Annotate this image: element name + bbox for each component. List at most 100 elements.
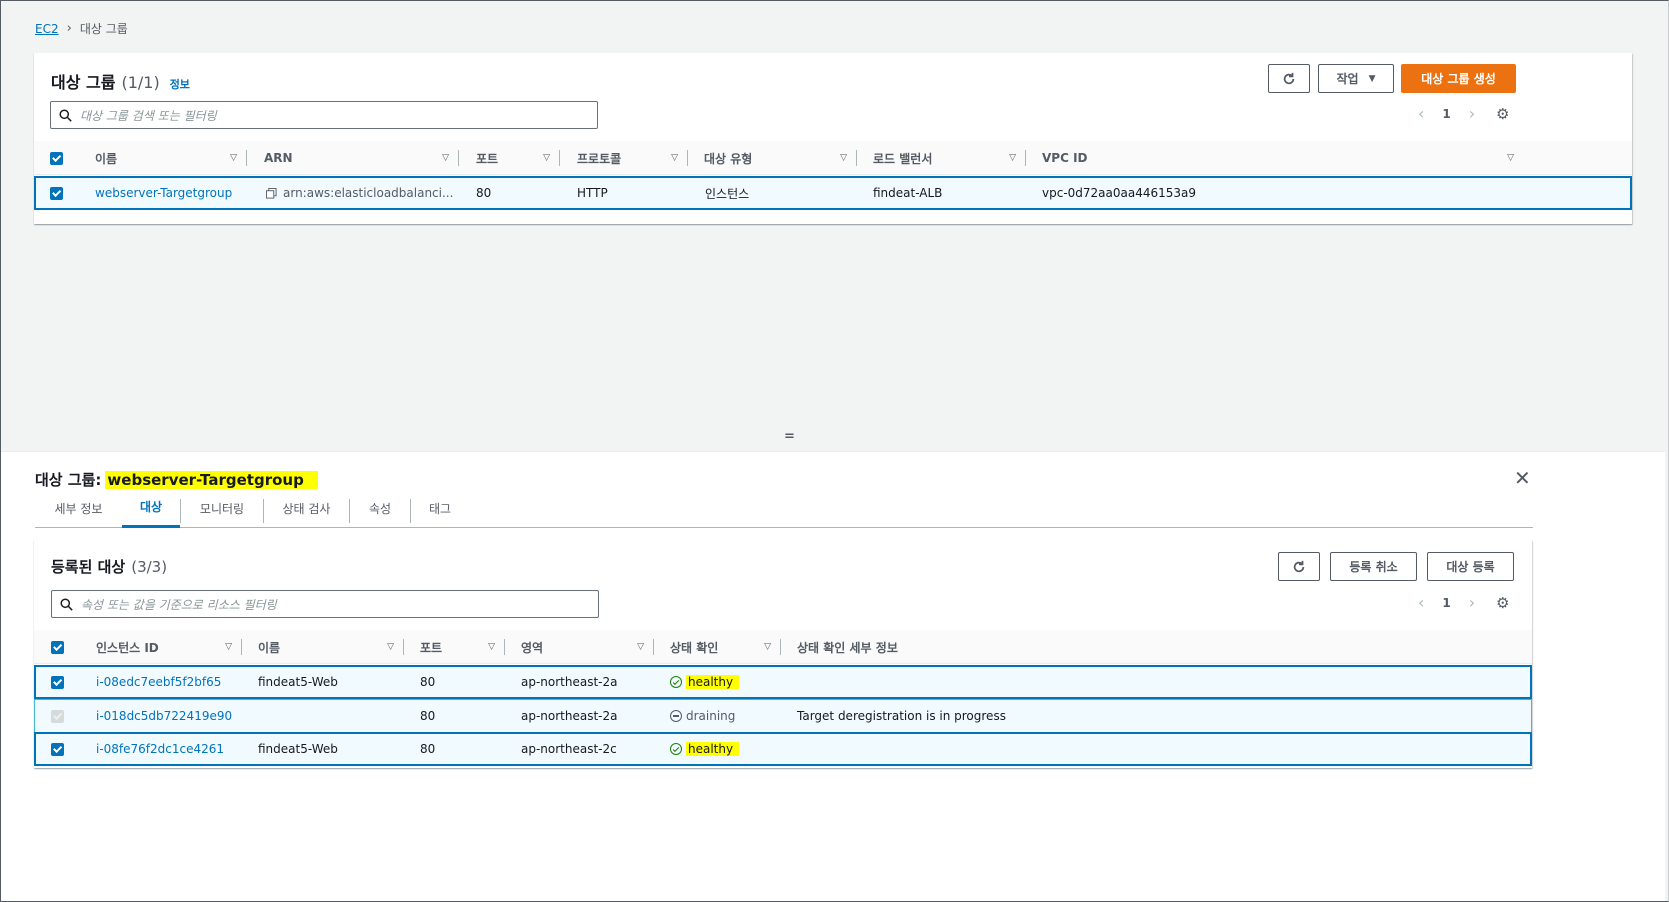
prev-page-icon[interactable]: ‹ bbox=[1418, 593, 1424, 612]
drag-handle-icon[interactable]: = bbox=[784, 429, 795, 444]
table-row[interactable]: i-08edc7eebf5f2bf65 findeat5-Web 80 ap-n… bbox=[34, 665, 1532, 699]
column-header[interactable]: 프로토콜 ▽ bbox=[577, 141, 688, 175]
health-status-cell: draining bbox=[670, 701, 735, 731]
row-checkbox[interactable] bbox=[51, 676, 64, 689]
sort-icon: ▽ bbox=[225, 642, 232, 652]
column-header[interactable]: VPC ID ▽ bbox=[1042, 141, 1524, 175]
instance-name-cell: findeat5-Web bbox=[258, 675, 338, 689]
row-checkbox[interactable] bbox=[51, 743, 64, 756]
column-header[interactable]: 영역 ▽ bbox=[521, 630, 654, 664]
registered-targets-header: 등록된 대상 (3/3) bbox=[51, 556, 167, 577]
port-cell: 80 bbox=[420, 742, 436, 756]
prev-page-icon[interactable]: ‹ bbox=[1418, 104, 1424, 123]
tab-tags[interactable]: 태그 bbox=[411, 488, 469, 528]
target-groups-table-header: 이름 ▽ ARN ▽ 포트 ▽ 프로토콜 ▽ 대상 유형 ▽ 로드 밸런서 ▽ VPC ID… bbox=[34, 141, 1632, 175]
sort-icon: ▽ bbox=[671, 153, 678, 163]
refresh-targets-button[interactable] bbox=[1278, 552, 1320, 581]
row-checkbox bbox=[51, 710, 64, 723]
search-input[interactable]: 속성 또는 값을 기준으로 리소스 필터링 bbox=[81, 596, 277, 613]
copy-icon[interactable] bbox=[266, 187, 277, 199]
check-circle-icon bbox=[670, 676, 682, 688]
page-number[interactable]: 1 bbox=[1442, 596, 1450, 610]
sort-icon: ▽ bbox=[840, 153, 847, 163]
table-row[interactable]: webserver-Targetgroup arn:aws:elasticloa… bbox=[34, 176, 1632, 210]
protocol-cell: HTTP bbox=[577, 186, 608, 200]
refresh-icon bbox=[1283, 72, 1295, 84]
registered-targets-container: 등록된 대상 (3/3) 등록 취소 대상 등록 속성 또는 값을 기준으로 리… bbox=[34, 540, 1532, 768]
health-status: healthy bbox=[686, 675, 740, 689]
sort-icon: ▽ bbox=[442, 153, 449, 163]
targets-table-header: 인스턴스 ID ▽ 이름 ▽ 포트 ▽ 영역 ▽ 상태 확인 ▽ 상태 확인 세부 정보 bbox=[34, 630, 1532, 664]
select-all-checkbox[interactable] bbox=[50, 152, 63, 165]
pagination: ‹ 1 › bbox=[1418, 104, 1475, 123]
create-target-group-button[interactable]: 대상 그룹 생성 bbox=[1401, 64, 1516, 93]
search-icon bbox=[59, 108, 72, 122]
column-header[interactable]: 로드 밸런서 ▽ bbox=[873, 141, 1026, 175]
tab-attributes[interactable]: 속성 bbox=[350, 488, 410, 528]
sort-icon: ▽ bbox=[1009, 153, 1016, 163]
tab-health-checks[interactable]: 상태 검사 bbox=[264, 488, 349, 528]
instance-id-link[interactable]: i-018dc5db722419e90 bbox=[96, 701, 232, 731]
breadcrumb-ec2-link[interactable]: EC2 bbox=[35, 22, 59, 36]
deregister-button[interactable]: 등록 취소 bbox=[1330, 552, 1417, 581]
column-header[interactable]: ARN ▽ bbox=[264, 141, 459, 175]
page-number[interactable]: 1 bbox=[1442, 107, 1450, 121]
split-panel-title-name: webserver-Targetgroup bbox=[105, 470, 318, 489]
actions-dropdown[interactable]: 작업 ▼ bbox=[1318, 64, 1394, 93]
check-circle-icon bbox=[670, 743, 682, 755]
target-group-search[interactable]: 대상 그룹 검색 또는 필터링 bbox=[50, 101, 598, 129]
next-page-icon[interactable]: › bbox=[1469, 593, 1475, 612]
health-status: draining bbox=[686, 709, 736, 723]
column-header[interactable]: 인스턴스 ID ▽ bbox=[96, 630, 242, 664]
zone-cell: ap-northeast-2a bbox=[521, 709, 618, 723]
close-icon[interactable]: ✕ bbox=[1514, 466, 1531, 490]
split-panel-title-prefix: 대상 그룹: bbox=[35, 471, 102, 489]
table-row[interactable]: i-018dc5db722419e90 80 ap-northeast-2a d… bbox=[34, 699, 1532, 733]
targets-search[interactable]: 속성 또는 값을 기준으로 리소스 필터링 bbox=[51, 590, 599, 618]
select-all-checkbox[interactable] bbox=[51, 641, 64, 654]
split-panel-title: 대상 그룹: webserver-Targetgroup bbox=[35, 469, 318, 490]
minus-circle-icon bbox=[670, 710, 682, 722]
arn-cell: arn:aws:elasticloadbalanci... bbox=[266, 178, 453, 208]
info-link[interactable]: 정보 bbox=[170, 76, 190, 92]
tab-targets[interactable]: 대상 bbox=[122, 488, 180, 528]
sort-icon: ▽ bbox=[230, 153, 237, 163]
column-header[interactable]: 이름 ▽ bbox=[258, 630, 404, 664]
refresh-button[interactable] bbox=[1268, 64, 1310, 93]
target-group-name-link[interactable]: webserver-Targetgroup bbox=[95, 178, 232, 208]
instance-id-link[interactable]: i-08edc7eebf5f2bf65 bbox=[96, 667, 221, 697]
instance-id-link[interactable]: i-08fe76f2dc1ce4261 bbox=[96, 734, 224, 764]
search-icon bbox=[60, 597, 73, 611]
sort-icon: ▽ bbox=[387, 642, 394, 652]
column-header[interactable]: 상태 확인 세부 정보 bbox=[797, 630, 1097, 664]
column-header[interactable]: 포트 ▽ bbox=[420, 630, 505, 664]
register-targets-button[interactable]: 대상 등록 bbox=[1427, 552, 1514, 581]
pagination: ‹ 1 › bbox=[1418, 593, 1475, 612]
load-balancer-cell: findeat-ALB bbox=[873, 186, 943, 200]
tab-monitoring[interactable]: 모니터링 bbox=[181, 488, 263, 528]
column-header[interactable]: 대상 유형 ▽ bbox=[704, 141, 857, 175]
caret-down-icon: ▼ bbox=[1368, 73, 1376, 84]
zone-cell: ap-northeast-2a bbox=[521, 675, 618, 689]
actions-label: 작업 bbox=[1336, 72, 1359, 86]
refresh-icon bbox=[1293, 560, 1305, 572]
tab-details[interactable]: 세부 정보 bbox=[35, 488, 122, 528]
row-checkbox[interactable] bbox=[50, 187, 63, 200]
column-header[interactable]: 상태 확인 ▽ bbox=[670, 630, 781, 664]
registered-targets-count: (3/3) bbox=[131, 558, 168, 576]
target-groups-count: (1/1) bbox=[121, 73, 160, 92]
health-status: healthy bbox=[686, 742, 740, 756]
sort-icon: ▽ bbox=[1507, 153, 1514, 163]
health-status-cell: healthy bbox=[670, 667, 740, 697]
gear-icon[interactable]: ⚙ bbox=[1496, 105, 1509, 123]
port-cell: 80 bbox=[476, 186, 492, 200]
column-header[interactable]: 이름 ▽ bbox=[95, 141, 247, 175]
sort-icon: ▽ bbox=[637, 642, 644, 652]
zone-cell: ap-northeast-2c bbox=[521, 742, 617, 756]
column-header[interactable]: 포트 ▽ bbox=[476, 141, 560, 175]
gear-icon[interactable]: ⚙ bbox=[1496, 594, 1509, 612]
next-page-icon[interactable]: › bbox=[1469, 104, 1475, 123]
breadcrumb: EC2 › 대상 그룹 bbox=[35, 20, 128, 37]
table-row[interactable]: i-08fe76f2dc1ce4261 findeat5-Web 80 ap-n… bbox=[34, 732, 1532, 766]
search-input[interactable]: 대상 그룹 검색 또는 필터링 bbox=[80, 107, 217, 124]
